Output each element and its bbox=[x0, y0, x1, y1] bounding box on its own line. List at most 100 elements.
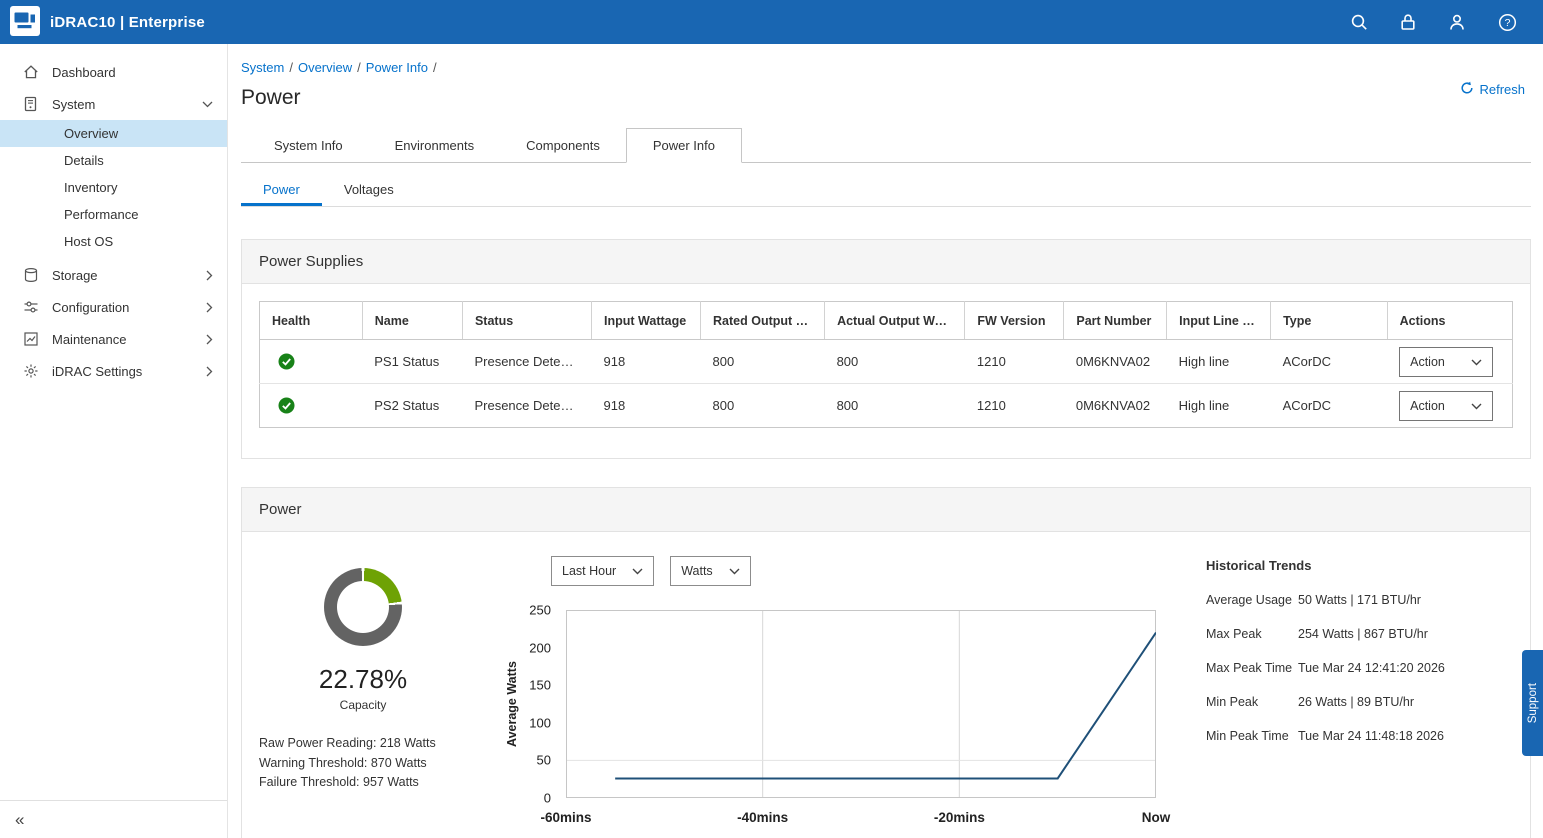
x-axis-ticks: -60mins -40mins -20mins Now bbox=[566, 810, 1156, 828]
hist-value: Tue Mar 24 11:48:18 2026 bbox=[1298, 729, 1444, 743]
hist-label: Max Peak Time bbox=[1206, 661, 1298, 675]
chevron-down-icon bbox=[729, 564, 740, 578]
breadcrumb: System/Overview/Power Info/ bbox=[241, 60, 1531, 75]
chevron-down-icon bbox=[1471, 399, 1482, 413]
sidebar-item-overview[interactable]: Overview bbox=[0, 120, 227, 147]
ps-fw-version: 1210 bbox=[965, 340, 1064, 384]
tab-system-info[interactable]: System Info bbox=[248, 128, 369, 162]
power-supplies-table: Health Name Status Input Wattage Rated O… bbox=[259, 301, 1513, 428]
sidebar-item-dashboard[interactable]: Dashboard bbox=[0, 56, 227, 88]
sidebar-item-label: System bbox=[52, 97, 95, 112]
sidebar-item-label: Storage bbox=[52, 268, 98, 283]
sidebar-item-label: Configuration bbox=[52, 300, 129, 315]
action-label: Action bbox=[1410, 399, 1445, 413]
hist-value: Tue Mar 24 12:41:20 2026 bbox=[1298, 661, 1445, 675]
list-item: Min Peak Time Tue Mar 24 11:48:18 2026 bbox=[1206, 729, 1474, 743]
col-type: Type bbox=[1271, 302, 1388, 340]
warning-threshold: Warning Threshold: 870 Watts bbox=[259, 754, 467, 774]
table-row: PS1 Status Presence Detected 918 800 800… bbox=[260, 340, 1513, 384]
time-range-value: Last Hour bbox=[562, 564, 616, 578]
collapse-sidebar-icon[interactable]: « bbox=[15, 810, 24, 830]
sidebar-item-label: Inventory bbox=[64, 180, 117, 195]
ps-input-line-type: High line bbox=[1167, 384, 1271, 428]
refresh-button[interactable]: Refresh bbox=[1454, 80, 1531, 99]
col-health: Health bbox=[260, 302, 363, 340]
gear-icon bbox=[22, 363, 39, 379]
breadcrumb-link-power-info[interactable]: Power Info bbox=[366, 60, 428, 75]
refresh-label: Refresh bbox=[1479, 82, 1525, 97]
search-icon[interactable] bbox=[1346, 9, 1372, 35]
ps-fw-version: 1210 bbox=[965, 384, 1064, 428]
support-tab[interactable]: Support bbox=[1522, 650, 1543, 756]
sidebar-item-system[interactable]: System bbox=[0, 88, 227, 120]
action-label: Action bbox=[1410, 355, 1445, 369]
sidebar-item-details[interactable]: Details bbox=[0, 147, 227, 174]
y-tick: 50 bbox=[537, 753, 551, 768]
hist-value: 26 Watts | 89 BTU/hr bbox=[1298, 695, 1414, 709]
historical-trends-title: Historical Trends bbox=[1206, 558, 1474, 573]
ps-name: PS2 Status bbox=[362, 384, 462, 428]
historical-trends: Historical Trends Average Usage 50 Watts… bbox=[1206, 556, 1474, 838]
idrac-logo-icon bbox=[10, 6, 40, 39]
help-icon[interactable]: ? bbox=[1494, 9, 1521, 36]
breadcrumb-link-overview[interactable]: Overview bbox=[298, 60, 352, 75]
ps-type: ACorDC bbox=[1271, 384, 1388, 428]
lock-icon[interactable] bbox=[1396, 9, 1420, 35]
raw-power-reading: Raw Power Reading: 218 Watts bbox=[259, 734, 467, 754]
hist-value: 254 Watts | 867 BTU/hr bbox=[1298, 627, 1428, 641]
subtab-power[interactable]: Power bbox=[241, 172, 322, 206]
list-item: Max Peak Time Tue Mar 24 12:41:20 2026 bbox=[1206, 661, 1474, 675]
ps-part-number: 0M6KNVA02 bbox=[1064, 340, 1167, 384]
col-part-number: Part Number bbox=[1064, 302, 1167, 340]
chevron-right-icon bbox=[206, 366, 213, 377]
brand: iDRAC10 | Enterprise bbox=[10, 6, 205, 39]
list-item: Average Usage 50 Watts | 171 BTU/hr bbox=[1206, 593, 1474, 607]
list-item: Min Peak 26 Watts | 89 BTU/hr bbox=[1206, 695, 1474, 709]
capacity-donut-chart bbox=[324, 568, 402, 646]
chevron-down-icon bbox=[632, 564, 643, 578]
sidebar-item-configuration[interactable]: Configuration bbox=[0, 291, 227, 323]
tab-components[interactable]: Components bbox=[500, 128, 626, 162]
ps-input-wattage: 918 bbox=[592, 384, 701, 428]
hist-label: Max Peak bbox=[1206, 627, 1298, 641]
tab-power-info[interactable]: Power Info bbox=[626, 128, 742, 163]
sidebar-item-performance[interactable]: Performance bbox=[0, 201, 227, 228]
sidebar-item-label: Maintenance bbox=[52, 332, 126, 347]
subtab-bar: Power Voltages bbox=[241, 172, 1531, 207]
chevron-right-icon bbox=[206, 334, 213, 345]
sidebar-item-idrac-settings[interactable]: iDRAC Settings bbox=[0, 355, 227, 387]
page-title: Power bbox=[241, 86, 301, 110]
unit-dropdown[interactable]: Watts bbox=[670, 556, 750, 586]
sidebar-item-inventory[interactable]: Inventory bbox=[0, 174, 227, 201]
sidebar-item-maintenance[interactable]: Maintenance bbox=[0, 323, 227, 355]
time-range-dropdown[interactable]: Last Hour bbox=[551, 556, 654, 586]
subtab-voltages[interactable]: Voltages bbox=[322, 172, 416, 206]
ps-input-wattage: 918 bbox=[592, 340, 701, 384]
tab-environments[interactable]: Environments bbox=[369, 128, 500, 162]
home-icon bbox=[22, 64, 39, 80]
action-dropdown[interactable]: Action bbox=[1399, 391, 1493, 421]
breadcrumb-link-system[interactable]: System bbox=[241, 60, 284, 75]
sidebar-item-host-os[interactable]: Host OS bbox=[0, 228, 227, 255]
action-dropdown[interactable]: Action bbox=[1399, 347, 1493, 377]
hist-label: Average Usage bbox=[1206, 593, 1298, 607]
user-icon[interactable] bbox=[1444, 9, 1470, 35]
system-icon bbox=[22, 96, 39, 112]
support-tab-label: Support bbox=[1527, 683, 1539, 723]
col-status: Status bbox=[462, 302, 591, 340]
col-rated-output: Rated Output Watta… bbox=[701, 302, 825, 340]
sidebar-item-storage[interactable]: Storage bbox=[0, 259, 227, 291]
unit-value: Watts bbox=[681, 564, 712, 578]
main-content: System/Overview/Power Info/ Power Refres… bbox=[228, 44, 1543, 838]
sidebar-item-label: Performance bbox=[64, 207, 138, 222]
failure-threshold: Failure Threshold: 957 Watts bbox=[259, 773, 467, 793]
health-ok-icon bbox=[272, 397, 350, 414]
power-title: Power bbox=[259, 501, 302, 518]
sidebar-item-label: Details bbox=[64, 153, 104, 168]
app-title: iDRAC10 | Enterprise bbox=[50, 14, 205, 31]
ps-name: PS1 Status bbox=[362, 340, 462, 384]
ps-type: ACorDC bbox=[1271, 340, 1388, 384]
storage-icon bbox=[22, 267, 39, 283]
capacity-percent: 22.78% bbox=[259, 664, 467, 695]
y-axis-ticks: 250 200 150 100 50 0 bbox=[519, 610, 557, 798]
